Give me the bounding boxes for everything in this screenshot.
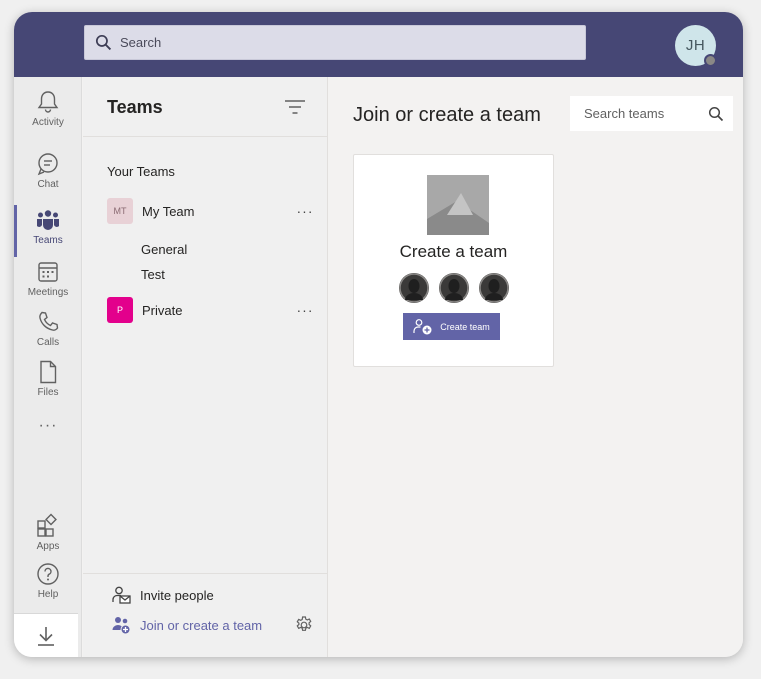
join-or-create-team-link[interactable]: Join or create a team <box>111 613 262 637</box>
filter-icon[interactable] <box>284 98 306 116</box>
rail-item-chat[interactable]: Chat <box>14 151 82 201</box>
calendar-icon <box>38 262 58 282</box>
rail-item-calls[interactable]: Calls <box>14 309 82 359</box>
global-search-input[interactable] <box>120 35 560 50</box>
channel-item-test[interactable]: Test <box>141 267 165 282</box>
team-avatar: MT <box>107 198 133 224</box>
page-title: Join or create a team <box>353 104 541 126</box>
person-avatar-icon <box>439 273 469 303</box>
rail-label: Chat <box>37 179 59 190</box>
add-people-icon <box>413 318 432 334</box>
title-bar: JH <box>14 12 743 77</box>
rail-item-help[interactable]: Help <box>14 561 82 611</box>
teams-icon <box>37 210 59 230</box>
user-initials: JH <box>685 37 706 54</box>
main-content: Join or create a team Create a team Crea… <box>329 77 743 657</box>
team-name: My Team <box>142 203 195 219</box>
bell-icon <box>37 91 59 113</box>
rail-label: Help <box>37 589 59 600</box>
member-avatars <box>399 273 509 303</box>
invite-people-link[interactable]: Invite people <box>111 583 214 607</box>
teams-window: JH Activity Chat Teams Meetings Calls Fi… <box>14 12 743 657</box>
search-teams-box[interactable] <box>570 96 733 131</box>
rail-label: Files <box>37 387 59 398</box>
global-search-box[interactable] <box>84 25 586 60</box>
team-item-private[interactable]: P Private ··· <box>107 297 317 323</box>
apps-icon <box>37 513 57 537</box>
rail-item-apps[interactable]: Apps <box>14 513 82 563</box>
rail-label: Apps <box>36 541 60 552</box>
file-icon <box>40 360 57 384</box>
person-avatar-icon <box>399 273 429 303</box>
person-avatar-icon <box>479 273 509 303</box>
download-icon <box>38 626 54 646</box>
create-team-card[interactable]: Create a team Create team <box>353 154 554 367</box>
teams-panel-title: Teams <box>107 97 163 117</box>
team-placeholder-image-icon <box>427 175 489 235</box>
search-icon[interactable] <box>708 106 724 122</box>
search-teams-input[interactable] <box>584 106 702 121</box>
chat-icon <box>37 153 58 176</box>
download-button[interactable] <box>14 613 78 657</box>
presence-status-indicator <box>704 54 717 67</box>
rail-label: Teams <box>33 235 63 246</box>
invite-people-label: Invite people <box>140 587 214 603</box>
channel-item-general[interactable]: General <box>141 242 187 257</box>
rail-item-activity[interactable]: Activity <box>14 89 82 139</box>
teams-panel-footer: Invite people Join or create a team <box>83 573 328 657</box>
invite-people-icon <box>112 586 131 604</box>
phone-icon <box>39 311 59 331</box>
teams-panel-header: Teams <box>83 77 328 137</box>
create-team-button-label: Create team <box>440 321 490 332</box>
user-avatar[interactable]: JH <box>675 25 717 67</box>
join-team-icon <box>112 617 131 635</box>
rail-label: Meetings <box>27 287 69 298</box>
team-more-options-button[interactable]: ··· <box>293 203 317 219</box>
create-team-title: Create a team <box>399 242 508 261</box>
rail-label: Calls <box>36 337 60 348</box>
help-icon <box>37 563 59 585</box>
rail-label: Activity <box>32 117 64 128</box>
team-avatar: P <box>107 297 133 323</box>
team-name: Private <box>142 302 183 318</box>
search-icon <box>95 34 112 51</box>
rail-item-meetings[interactable]: Meetings <box>14 259 82 309</box>
your-teams-heading: Your Teams <box>107 164 175 179</box>
rail-item-teams[interactable]: Teams <box>14 205 82 257</box>
teams-list-panel: Teams Your Teams MT My Team ··· General … <box>83 77 328 657</box>
team-item-my-team[interactable]: MT My Team ··· <box>107 198 317 224</box>
join-or-create-team-label: Join or create a team <box>140 617 263 633</box>
more-apps-button[interactable]: ··· <box>14 417 82 435</box>
app-bar: Activity Chat Teams Meetings Calls Files… <box>14 77 82 657</box>
rail-item-files[interactable]: Files <box>14 359 82 409</box>
gear-icon[interactable] <box>294 615 314 635</box>
create-team-button[interactable]: Create team <box>403 313 500 340</box>
team-more-options-button[interactable]: ··· <box>293 302 317 318</box>
